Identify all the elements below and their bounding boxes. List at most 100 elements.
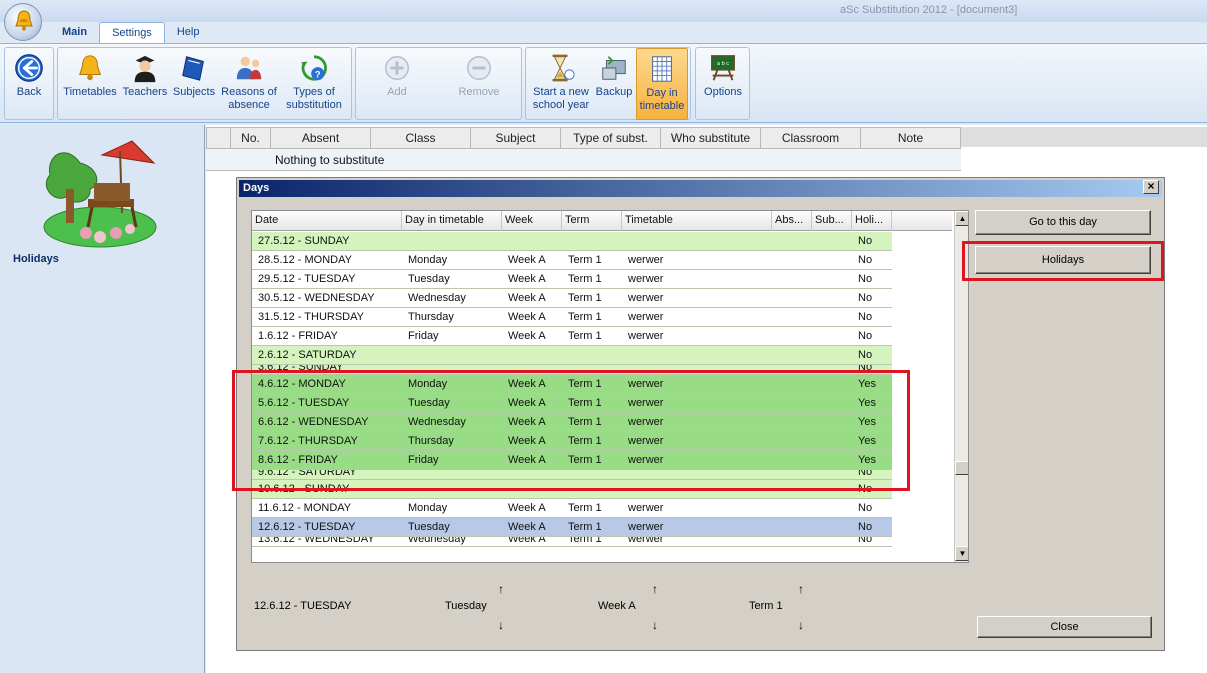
back-button[interactable]: Back xyxy=(7,48,51,120)
week-up-arrow-icon[interactable]: ↑ xyxy=(652,582,658,596)
term-up-arrow-icon[interactable]: ↑ xyxy=(798,582,804,596)
dialog-close-icon[interactable]: × xyxy=(1143,180,1159,194)
reasons-of-absence-button[interactable]: Reasons of absence xyxy=(218,48,280,120)
cell-empty xyxy=(772,232,812,250)
cell-week: Week A xyxy=(508,330,546,342)
tab-settings[interactable]: Settings xyxy=(99,22,165,44)
scroll-down-icon[interactable]: ▼ xyxy=(955,546,968,561)
days-grid: Date Day in timetable Week Term Timetabl… xyxy=(251,210,969,563)
day-row[interactable]: 28.5.12 - MONDAY Monday Week A Term 1 werwer… xyxy=(252,251,892,270)
cell-holiday: No xyxy=(858,311,873,323)
col-abs[interactable]: Abs... xyxy=(772,211,812,231)
day-row[interactable]: 4.6.12 - MONDAY Monday Week A Term 1 werwer Y… xyxy=(252,375,892,394)
cell-week xyxy=(502,232,562,250)
timetables-button[interactable]: Timetables xyxy=(60,48,120,120)
cell-empty xyxy=(772,251,812,269)
term-down-arrow-icon[interactable]: ↓ xyxy=(798,618,804,632)
cell-holiday: No xyxy=(858,483,873,495)
day-row[interactable]: 10.6.12 - SUNDAY No xyxy=(252,480,892,499)
header-absent[interactable]: Absent xyxy=(271,127,371,149)
day-row[interactable]: 9.6.12 - SATURDAY No xyxy=(252,470,892,480)
day-row[interactable]: 27.5.12 - SUNDAY No xyxy=(252,232,892,251)
cell-date: 31.5.12 - THURSDAY xyxy=(258,311,364,323)
cell-week: Week A xyxy=(508,311,546,323)
header-classroom[interactable]: Classroom xyxy=(761,127,861,149)
day-row[interactable]: 12.6.12 - TUESDAY Tuesday Week A Term 1 werw… xyxy=(252,518,892,537)
col-holi[interactable]: Holi... xyxy=(852,211,892,231)
day-down-arrow-icon[interactable]: ↓ xyxy=(498,618,504,632)
col-term[interactable]: Term xyxy=(562,211,622,231)
cell-empty xyxy=(772,365,812,374)
day-row[interactable]: 7.6.12 - THURSDAY Thursday Week A Term 1 wer… xyxy=(252,432,892,451)
options-button[interactable]: a b c Options xyxy=(698,48,748,120)
teachers-label: Teachers xyxy=(122,86,168,98)
cell-timetable xyxy=(622,232,772,250)
cell-empty xyxy=(812,432,852,450)
timetables-label: Timetables xyxy=(63,86,117,98)
day-row[interactable]: 31.5.12 - THURSDAY Thursday Week A Term 1 we… xyxy=(252,308,892,327)
cell-date: 4.6.12 - MONDAY xyxy=(258,378,346,390)
day-row[interactable]: 1.6.12 - FRIDAY Friday Week A Term 1 werwer N… xyxy=(252,327,892,346)
app-menu-button[interactable]: aSc xyxy=(4,3,42,41)
day-row[interactable]: 2.6.12 - SATURDAY No xyxy=(252,346,892,365)
day-row[interactable]: 11.6.12 - MONDAY Monday Week A Term 1 werwer… xyxy=(252,499,892,518)
day-up-arrow-icon[interactable]: ↑ xyxy=(498,582,504,596)
start-new-school-year-button[interactable]: Start a new school year xyxy=(530,48,592,120)
scroll-up-icon[interactable]: ▲ xyxy=(955,211,968,226)
day-in-timetable-button[interactable]: Day in timetable xyxy=(636,48,688,120)
day-row[interactable]: 30.5.12 - WEDNESDAY Wednesday Week A Term 1… xyxy=(252,289,892,308)
teachers-button[interactable]: Teachers xyxy=(120,48,170,120)
col-sub[interactable]: Sub... xyxy=(812,211,852,231)
reasons-label-2: absence xyxy=(228,99,270,111)
scroll-thumb[interactable] xyxy=(955,461,968,475)
header-note[interactable]: Note xyxy=(861,127,961,149)
header-class[interactable]: Class xyxy=(371,127,471,149)
day-row[interactable]: 6.6.12 - WEDNESDAY Wednesday Week A Term 1 w… xyxy=(252,413,892,432)
cell-week: Week A xyxy=(508,521,546,533)
cell-day: Thursday xyxy=(408,435,454,447)
subjects-button[interactable]: Subjects xyxy=(170,48,218,120)
day-row[interactable]: 5.6.12 - TUESDAY Tuesday Week A Term 1 werwe… xyxy=(252,394,892,413)
week-down-arrow-icon[interactable]: ↓ xyxy=(652,618,658,632)
cell-empty xyxy=(812,365,852,374)
cell-empty xyxy=(812,375,852,393)
cell-term: Term 1 xyxy=(568,502,602,514)
col-date[interactable]: Date xyxy=(252,211,402,231)
holidays-button[interactable]: Holidays xyxy=(975,246,1151,274)
header-type-of-subst[interactable]: Type of subst. xyxy=(561,127,661,149)
bell-icon: aSc xyxy=(15,10,33,31)
close-button[interactable]: Close xyxy=(977,616,1152,638)
tab-main[interactable]: Main xyxy=(50,22,99,44)
day-row[interactable]: 29.5.12 - TUESDAY Tuesday Week A Term 1 werw… xyxy=(252,270,892,289)
day-row[interactable]: 13.6.12 - WEDNESDAY Wednesday Week A Term 1… xyxy=(252,537,892,547)
go-to-this-day-button[interactable]: Go to this day xyxy=(975,210,1151,235)
days-grid-scrollbar[interactable]: ▲ ▼ xyxy=(954,211,968,562)
cell-week: Week A xyxy=(508,502,546,514)
cell-empty xyxy=(772,480,812,498)
header-who-substitute[interactable]: Who substitute xyxy=(661,127,761,149)
tab-help[interactable]: Help xyxy=(165,22,212,44)
backup-button[interactable]: Backup xyxy=(592,48,636,120)
day-row[interactable]: 8.6.12 - FRIDAY Friday Week A Term 1 werwer Y… xyxy=(252,451,892,470)
cell-empty xyxy=(772,432,812,450)
backup-label: Backup xyxy=(595,86,633,98)
cell-empty xyxy=(772,499,812,517)
types-label-1: Types of xyxy=(293,86,335,98)
cell-empty xyxy=(812,451,852,469)
cell-week: Week A xyxy=(508,397,546,409)
cell-holiday: Yes xyxy=(858,397,876,409)
remove-button[interactable]: Remove xyxy=(444,48,514,120)
header-subject[interactable]: Subject xyxy=(471,127,561,149)
day-row[interactable]: 3.6.12 - SUNDAY No xyxy=(252,365,892,375)
teacher-icon xyxy=(134,55,156,83)
add-button[interactable]: Add xyxy=(366,48,428,120)
header-no[interactable]: No. xyxy=(231,127,271,149)
cell-holiday: Yes xyxy=(858,454,876,466)
people-icon xyxy=(236,56,262,80)
cell-empty xyxy=(812,470,852,479)
col-timetable[interactable]: Timetable xyxy=(622,211,772,231)
col-day-in-timetable[interactable]: Day in timetable xyxy=(402,211,502,231)
col-week[interactable]: Week xyxy=(502,211,562,231)
substitution-table-header: No. Absent Class Subject Type of subst. … xyxy=(206,127,961,149)
types-of-substitution-button[interactable]: ? Types of substitution xyxy=(280,48,348,120)
